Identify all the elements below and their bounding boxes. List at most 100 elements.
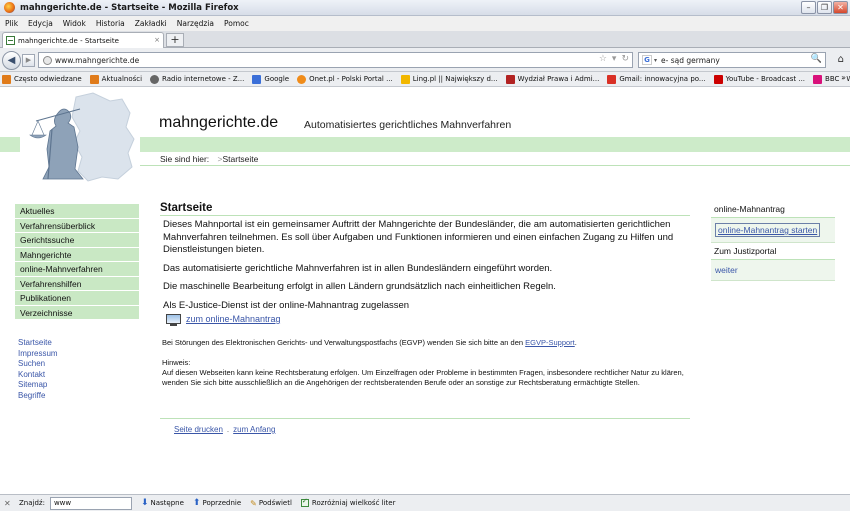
search-icon[interactable]: 🔍 <box>811 54 822 64</box>
bookmark-item[interactable]: Aktualności <box>89 74 142 84</box>
bookmark-item[interactable]: Wydział Prawa i Admi... <box>505 74 599 84</box>
nav-item-publikationen[interactable]: Publikationen <box>15 291 139 306</box>
bookmark-item[interactable]: Ling.pl || Największy d... <box>400 74 498 84</box>
site-title[interactable]: mahngerichte.de <box>159 114 278 132</box>
site-favicon-icon <box>6 36 15 45</box>
home-icon[interactable]: ⌂ <box>838 54 844 65</box>
find-next-button[interactable]: ⬇ Następne <box>141 498 184 508</box>
back-to-top-link[interactable]: zum Anfang <box>233 425 275 434</box>
justizportal-weiter-link[interactable]: weiter <box>715 265 738 275</box>
menu-bar: Plik Edycja Widok Historia Zakładki Narz… <box>0 16 850 31</box>
justizportal-heading: Zum Justizportal <box>711 243 835 260</box>
footer-links: Seite drucken. zum Anfang <box>174 425 276 434</box>
url-text[interactable]: www.mahngerichte.de <box>55 56 139 65</box>
link-begriffe[interactable]: Begriffe <box>18 391 58 402</box>
menu-zakladki[interactable]: Zakładki <box>135 19 167 28</box>
window-title: mahngerichte.de - Startseite - Mozilla F… <box>20 2 239 13</box>
search-box[interactable]: G ▾ e- sąd germany 🔍 <box>638 52 826 68</box>
university-icon <box>505 74 515 84</box>
info-paragraph: Die maschinelle Bearbeitung erfolgt in a… <box>163 281 556 292</box>
menu-plik[interactable]: Plik <box>5 19 18 28</box>
menu-historia[interactable]: Historia <box>96 19 125 28</box>
tab-label: mahngerichte.de - Startseite <box>18 36 119 45</box>
nav-item-verfahrenshilfen[interactable]: Verfahrenshilfen <box>15 276 139 291</box>
header-band-left <box>0 137 20 152</box>
find-input[interactable]: www <box>49 496 132 510</box>
reload-icon[interactable]: ↻ <box>621 54 629 64</box>
egvp-notice: Bei Störungen des Elektronischen Gericht… <box>162 338 577 347</box>
link-sitemap[interactable]: Sitemap <box>18 380 58 391</box>
onet-icon <box>297 74 307 84</box>
breadcrumb-current: Startseite <box>222 154 259 164</box>
bookmark-item[interactable]: Radio internetowe - Z... <box>150 74 244 84</box>
main-content: Startseite Dieses Mahnportal ist ein gem… <box>160 202 690 388</box>
bookmarks-overflow-icon[interactable]: » <box>841 73 846 82</box>
bookmark-item[interactable]: Onet.pl - Polski Portal ... <box>297 74 393 84</box>
hint-text: Auf diesen Webseiten kann keine Rechtsbe… <box>162 368 684 387</box>
menu-narzedzia[interactable]: Narzędzia <box>177 19 214 28</box>
bookmark-item[interactable]: Gmail: innowacyjna po... <box>607 74 706 84</box>
start-online-mahnantrag-link[interactable]: online-Mahnantrag starten <box>718 225 817 235</box>
nav-item-verzeichnisse[interactable]: Verzeichnisse <box>15 305 139 320</box>
dropdown-arrow-icon[interactable]: ▾ <box>612 54 617 64</box>
find-bar: ✕ Znajdź: www ⬇ Następne ⬆ Poprzednie ✎ Pod… <box>0 494 850 511</box>
close-button[interactable]: ✕ <box>833 1 848 14</box>
globe-icon <box>43 55 52 65</box>
nav-item-mahngerichte[interactable]: Mahngerichte <box>15 247 139 262</box>
minimize-button[interactable]: – <box>801 1 816 14</box>
bbc-icon <box>813 74 823 84</box>
page-viewport: mahngerichte.de Automatisiertes gerichtl… <box>0 87 850 494</box>
header-divider <box>140 165 850 166</box>
arrow-up-icon: ⬆ <box>192 498 201 508</box>
bookmark-item[interactable]: YouTube - Broadcast ... <box>713 74 805 84</box>
justizportal-box: weiter <box>711 260 835 281</box>
find-close-icon[interactable]: ✕ <box>4 499 14 508</box>
egvp-support-link[interactable]: EGVP-Support <box>525 338 575 347</box>
link-kontakt[interactable]: Kontakt <box>18 370 58 381</box>
breadcrumb: Sie sind hier: >Startseite <box>160 154 258 164</box>
link-startseite[interactable]: Startseite <box>18 338 58 349</box>
google-icon[interactable]: G <box>642 55 652 65</box>
menu-pomoc[interactable]: Pomoc <box>224 19 249 28</box>
match-case-checkbox[interactable]: Rozróżniaj wielkość liter <box>300 497 395 507</box>
bookmark-item[interactable]: Google <box>252 74 289 84</box>
find-label: Znajdź: <box>19 499 45 507</box>
bookmark-item[interactable]: Często odwiedzane <box>2 74 82 84</box>
checkbox-checked-icon <box>300 497 309 507</box>
play-icon <box>150 74 160 84</box>
new-tab-button[interactable]: + <box>166 33 184 47</box>
link-suchen[interactable]: Suchen <box>18 359 58 370</box>
tab-startseite[interactable]: mahngerichte.de - Startseite × <box>2 32 164 48</box>
nav-item-online-mahnverfahren[interactable]: online-Mahnverfahren <box>15 262 139 277</box>
online-mahnantrag-heading: online-Mahnantrag <box>711 201 835 218</box>
online-mahnantrag-box: online-Mahnantrag starten <box>711 218 835 243</box>
print-page-link[interactable]: Seite drucken <box>174 425 223 434</box>
restore-button[interactable]: ❐ <box>817 1 832 14</box>
right-sidebar: online-Mahnantrag online-Mahnantrag star… <box>711 201 835 281</box>
bookmark-icon <box>2 74 11 84</box>
nav-item-verfahrensueberblick[interactable]: Verfahrensüberblick <box>15 218 139 233</box>
menu-widok[interactable]: Widok <box>63 19 86 28</box>
bookmark-star-icon[interactable]: ☆ <box>599 54 607 64</box>
info-paragraph: Das automatisierte gerichtliche Mahnverf… <box>163 262 553 274</box>
url-bar[interactable]: www.mahngerichte.de ☆ ▾ ↻ <box>38 52 633 68</box>
link-impressum[interactable]: Impressum <box>18 349 58 360</box>
menu-edycja[interactable]: Edycja <box>28 19 53 28</box>
online-mahnantrag-link[interactable]: zum online-Mahnantrag <box>186 314 281 324</box>
gmail-icon <box>607 74 617 84</box>
nav-item-gerichtssuche[interactable]: Gerichtssuche <box>15 233 139 248</box>
service-links: Startseite Impressum Suchen Kontakt Site… <box>18 338 58 401</box>
search-input[interactable]: e- sąd germany <box>661 56 720 65</box>
highlight-all-button[interactable]: ✎ Podświetl <box>250 499 292 508</box>
firefox-icon <box>4 2 15 13</box>
justitia-logo-icon[interactable] <box>18 91 143 183</box>
google-icon <box>252 74 262 84</box>
engine-dropdown-icon[interactable]: ▾ <box>654 57 657 64</box>
tab-close-icon[interactable]: × <box>154 36 160 44</box>
window-titlebar: mahngerichte.de - Startseite - Mozilla F… <box>0 0 850 16</box>
forward-button[interactable]: ▶ <box>22 54 35 67</box>
page-title: Startseite <box>160 202 690 216</box>
nav-item-aktuelles[interactable]: Aktuelles <box>15 204 139 219</box>
back-button[interactable]: ◀ <box>2 51 21 70</box>
find-previous-button[interactable]: ⬆ Poprzednie <box>193 498 241 508</box>
